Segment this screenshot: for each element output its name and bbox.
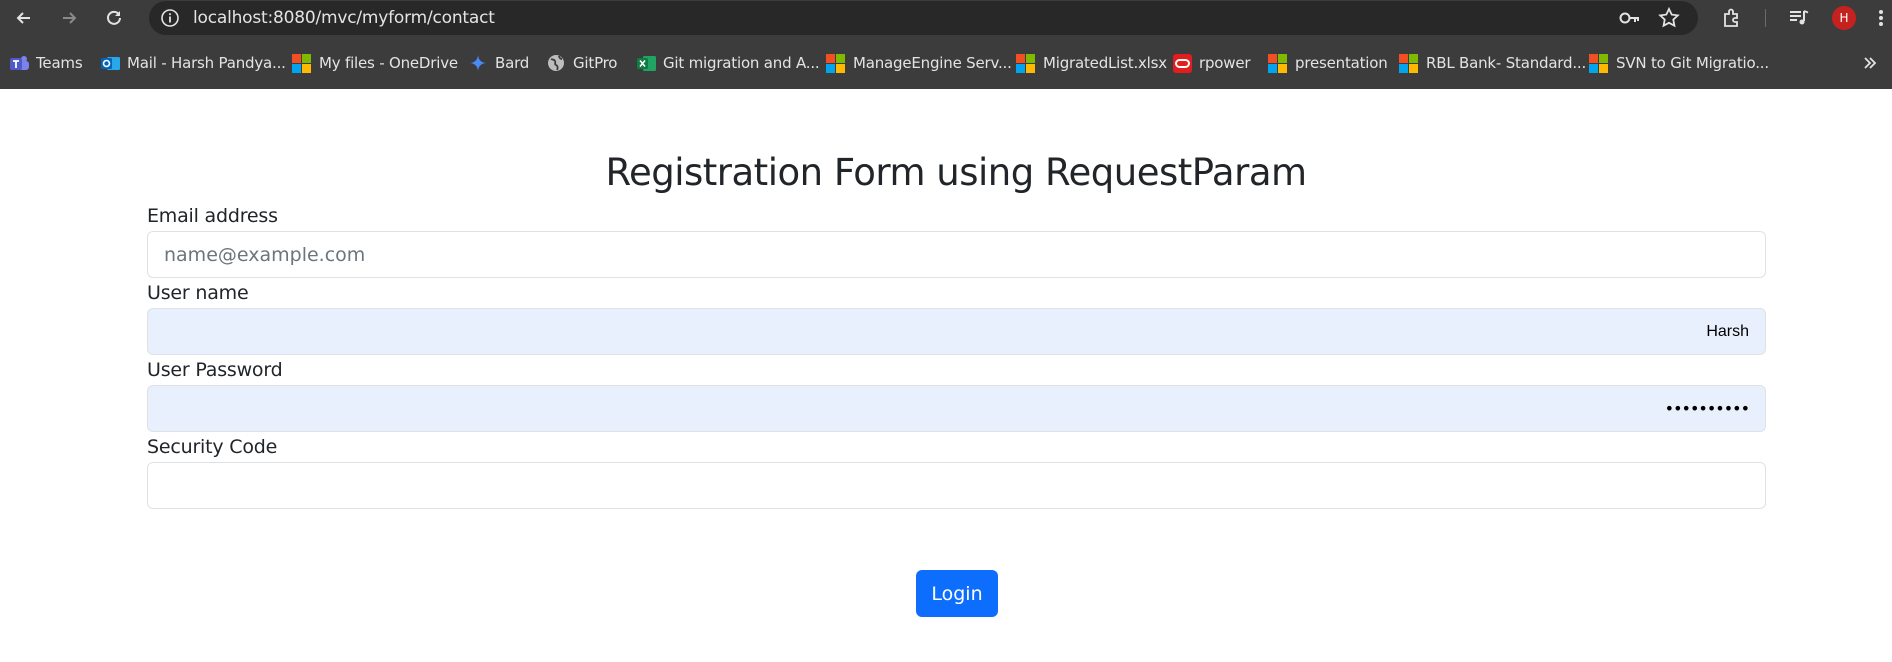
login-button[interactable]: Login xyxy=(916,570,998,617)
bookmark-onedrive[interactable]: My files - OneDrive xyxy=(292,52,458,74)
toolbar-divider xyxy=(1765,9,1766,27)
bookmark-presentation[interactable]: presentation xyxy=(1268,52,1388,74)
bard-icon xyxy=(469,54,487,72)
oracle-icon xyxy=(1173,54,1192,73)
bookmark-svn-git[interactable]: SVN to Git Migratio... xyxy=(1589,52,1769,74)
excel-icon xyxy=(637,54,656,72)
bookmark-label: Mail - Harsh Pandya... xyxy=(127,54,286,72)
password-mask: •••••••••• xyxy=(1664,399,1750,418)
url-text[interactable]: localhost:8080/mvc/myform/contact xyxy=(193,8,495,28)
media-queue-icon[interactable] xyxy=(1787,6,1811,30)
extensions-puzzle-icon[interactable] xyxy=(1720,6,1744,30)
username-label: User name xyxy=(147,282,249,304)
bookmark-rbl-bank[interactable]: RBL Bank- Standard... xyxy=(1399,52,1586,74)
browser-menu-icon[interactable] xyxy=(1874,6,1888,30)
microsoft-icon xyxy=(1268,53,1287,73)
forward-arrow-icon xyxy=(63,12,77,24)
bookmark-label: ManageEngine Serv... xyxy=(853,54,1012,72)
bookmark-label: RBL Bank- Standard... xyxy=(1426,54,1587,72)
page-title: Registration Form using RequestParam xyxy=(605,151,1307,194)
email-label: Email address xyxy=(147,205,278,227)
bookmark-label: SVN to Git Migratio... xyxy=(1616,54,1769,72)
bookmark-bard[interactable]: Bard xyxy=(469,52,529,74)
bookmark-star-icon[interactable] xyxy=(1657,6,1681,30)
bookmark-migratedlist[interactable]: MigratedList.xlsx xyxy=(1016,52,1167,74)
reload-button[interactable] xyxy=(102,6,126,30)
username-input[interactable]: Harsh xyxy=(147,308,1766,355)
bookmark-label: My files - OneDrive xyxy=(319,54,458,72)
site-info-icon[interactable] xyxy=(160,8,180,28)
microsoft-icon xyxy=(1589,53,1608,73)
password-input[interactable]: •••••••••• xyxy=(147,385,1766,432)
forward-button[interactable] xyxy=(57,6,81,30)
username-value: Harsh xyxy=(1706,322,1749,340)
bookmark-label: Teams xyxy=(36,54,83,72)
bookmark-gitpro[interactable]: GitPro xyxy=(547,52,617,74)
bookmark-label: MigratedList.xlsx xyxy=(1043,54,1167,72)
browser-toolbar: localhost:8080/mvc/myform/contact H xyxy=(0,0,1892,36)
microsoft-icon xyxy=(826,53,845,73)
email-placeholder: name@example.com xyxy=(164,243,366,266)
password-key-icon[interactable] xyxy=(1617,6,1641,30)
email-input[interactable]: name@example.com xyxy=(147,231,1766,278)
outlook-icon xyxy=(101,54,120,72)
password-label: User Password xyxy=(147,359,283,381)
bookmark-manageengine[interactable]: ManageEngine Serv... xyxy=(826,52,1012,74)
more-bookmarks-chevron-icon[interactable] xyxy=(1862,55,1878,71)
bookmark-label: presentation xyxy=(1295,54,1388,72)
bookmark-mail[interactable]: Mail - Harsh Pandya... xyxy=(101,52,286,74)
bookmark-label: Bard xyxy=(495,54,530,72)
globe-icon xyxy=(547,54,565,72)
microsoft-icon xyxy=(1399,53,1418,73)
bookmark-label: rpower xyxy=(1199,54,1251,72)
bookmark-label: Git migration and A... xyxy=(663,54,820,72)
bookmarks-bar: Teams Mail - Harsh Pandya... My files - … xyxy=(0,36,1892,89)
reload-icon xyxy=(107,10,121,25)
profile-avatar[interactable]: H xyxy=(1832,6,1856,30)
teams-icon xyxy=(10,54,29,72)
bookmark-label: GitPro xyxy=(573,54,618,72)
microsoft-icon xyxy=(1016,53,1035,73)
back-arrow-icon xyxy=(16,12,30,24)
page-content: Registration Form using RequestParam Ema… xyxy=(0,89,1892,662)
security-code-input[interactable] xyxy=(147,462,1766,509)
back-button[interactable] xyxy=(12,6,36,30)
bookmark-teams[interactable]: Teams xyxy=(10,52,83,74)
security-code-label: Security Code xyxy=(147,436,278,458)
microsoft-icon xyxy=(292,53,311,73)
bookmark-rpower[interactable]: rpower xyxy=(1173,52,1251,74)
bookmark-git-migration[interactable]: Git migration and A... xyxy=(637,52,820,74)
